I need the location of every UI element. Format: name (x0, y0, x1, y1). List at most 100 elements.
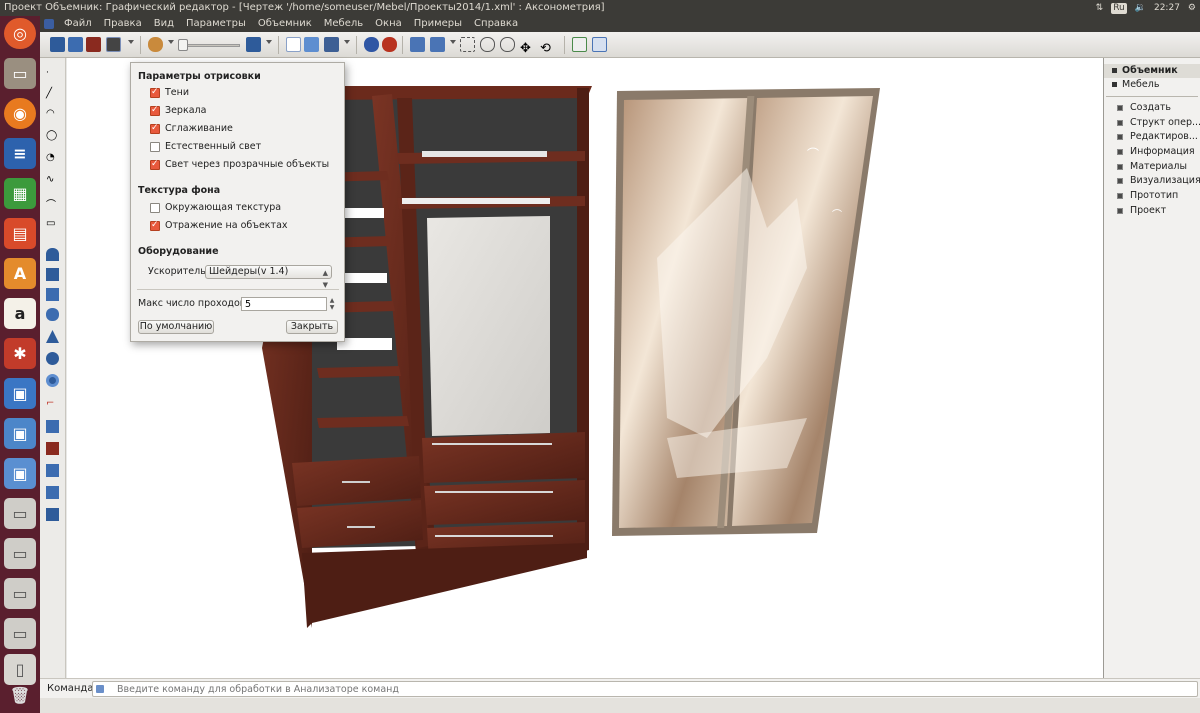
trash-icon[interactable]: 🗑 (4, 680, 36, 711)
drive-icon[interactable]: ▭ (4, 498, 36, 529)
panel-item-info[interactable]: Информация (1104, 145, 1200, 160)
cube-icon[interactable] (50, 37, 65, 52)
chevron-down-icon[interactable] (168, 40, 174, 44)
panel-item-create[interactable]: Создать (1104, 101, 1200, 116)
box-icon[interactable] (46, 288, 59, 301)
menu-examples[interactable]: Примеры (408, 16, 468, 32)
view-icon[interactable] (246, 37, 261, 52)
panel-item-project[interactable]: Проект (1104, 204, 1200, 219)
panel-item-prototype[interactable]: Прототип (1104, 189, 1200, 204)
accelerator-select[interactable]: Шейдеры(v 1.4) ▲ ▼ (205, 265, 332, 289)
cube-textured-icon[interactable] (86, 37, 101, 52)
panel-item-visualization[interactable]: Визуализация (1104, 174, 1200, 189)
circle-icon[interactable]: ◯ (46, 130, 59, 143)
option-light-through-transparent[interactable]: Свет через прозрачные объекты (150, 158, 329, 171)
intersect-icon[interactable] (46, 464, 59, 477)
rotate-icon[interactable] (500, 37, 515, 52)
view-top-icon[interactable] (430, 37, 445, 52)
redo-icon[interactable] (382, 37, 397, 52)
shadows-checkbox[interactable] (150, 86, 160, 98)
new-document-icon[interactable] (286, 37, 301, 52)
sphere-icon[interactable] (46, 352, 59, 365)
render-settings-icon[interactable] (106, 37, 121, 52)
extrude-icon[interactable] (46, 248, 59, 261)
open-icon[interactable] (304, 37, 319, 52)
light-icon[interactable] (148, 37, 163, 52)
writer-icon[interactable]: ≡ (4, 138, 36, 169)
zoom-icon[interactable] (480, 37, 495, 52)
plane-icon[interactable] (46, 268, 59, 281)
drive-icon[interactable]: ▭ (4, 618, 36, 649)
table-icon[interactable] (572, 37, 587, 52)
polyline-icon[interactable]: ⌒ (46, 196, 59, 211)
cylinder-icon[interactable] (46, 308, 59, 321)
app-menu-icon[interactable] (44, 19, 54, 29)
option-antialiasing[interactable]: Сглаживание (150, 122, 233, 135)
zoom-slider-handle[interactable] (178, 39, 188, 51)
menu-furniture[interactable]: Мебель (318, 16, 369, 32)
chamfer-icon[interactable] (46, 508, 59, 521)
ubuntu-home-icon[interactable]: ◎ (4, 18, 36, 49)
antialiasing-checkbox[interactable] (150, 122, 160, 134)
drive-icon[interactable]: ▭ (4, 578, 36, 609)
boolean-icon[interactable]: ⌐ (46, 398, 59, 411)
drive-icon[interactable]: ▭ (4, 538, 36, 569)
network-icon[interactable]: ⇅ (1096, 0, 1104, 16)
option-reflection[interactable]: Отражение на объектах (150, 219, 288, 232)
passes-stepper[interactable]: ▲ ▼ (328, 297, 336, 311)
pan-icon[interactable]: ✥ (520, 37, 535, 56)
tab-obemnik[interactable]: Объемник (1104, 64, 1200, 78)
fillet-icon[interactable] (46, 486, 59, 499)
close-button[interactable]: Закрыть (286, 320, 338, 334)
union-icon[interactable] (46, 420, 59, 433)
arc-icon[interactable]: ◠ (46, 108, 59, 121)
option-environment-texture[interactable]: Окружающая текстура (150, 202, 281, 214)
cube-shaded-icon[interactable] (68, 37, 83, 52)
menu-windows[interactable]: Окна (369, 16, 408, 32)
subtract-icon[interactable] (46, 442, 59, 455)
cone-icon[interactable] (46, 330, 59, 343)
chevron-down-icon[interactable] (450, 40, 456, 44)
app-icon[interactable]: ▣ (4, 378, 36, 409)
tab-mebel[interactable]: Мебель (1104, 78, 1200, 92)
app-icon[interactable]: ▣ (4, 458, 36, 489)
chevron-down-icon[interactable] (266, 40, 272, 44)
zoom-slider[interactable] (180, 44, 240, 47)
default-button[interactable]: По умолчанию (138, 320, 214, 334)
calc-icon[interactable]: ▦ (4, 178, 36, 209)
environment-texture-checkbox[interactable] (150, 203, 160, 213)
zoom-extents-icon[interactable] (460, 37, 475, 52)
app-icon[interactable]: ▣ (4, 418, 36, 449)
arc-center-icon[interactable]: ◔ (46, 152, 59, 165)
software-center-icon[interactable]: A (4, 258, 36, 289)
line-icon[interactable]: ╱ (46, 88, 59, 101)
undo-icon[interactable] (364, 37, 379, 52)
impress-icon[interactable]: ▤ (4, 218, 36, 249)
view-front-icon[interactable] (410, 37, 425, 52)
option-shadows[interactable]: Тени (150, 86, 189, 99)
sound-icon[interactable]: 🔉 (1135, 0, 1146, 16)
passes-input[interactable] (241, 297, 327, 311)
grid-icon[interactable] (592, 37, 607, 52)
power-icon[interactable]: ⚙ (1188, 0, 1196, 16)
firefox-icon[interactable]: ◉ (4, 98, 36, 129)
chevron-down-icon[interactable] (128, 40, 134, 44)
panel-item-structure[interactable]: Структ опер... (1104, 116, 1200, 131)
reflection-checkbox[interactable] (150, 219, 160, 231)
command-input[interactable] (92, 681, 1198, 697)
chevron-down-icon[interactable] (344, 40, 350, 44)
keyboard-layout-indicator[interactable]: Ru (1111, 2, 1127, 14)
menu-view[interactable]: Вид (148, 16, 180, 32)
light-through-transparent-checkbox[interactable] (150, 158, 160, 170)
save-icon[interactable] (324, 37, 339, 52)
torus-icon[interactable] (46, 374, 59, 387)
option-natural-light[interactable]: Естественный свет (150, 141, 261, 153)
rectangle-icon[interactable]: ▭ (46, 218, 59, 231)
panel-item-edit[interactable]: Редактиров... (1104, 130, 1200, 145)
point-icon[interactable]: · (46, 68, 59, 81)
orbit-icon[interactable]: ⟲ (540, 37, 555, 56)
menu-obemnik[interactable]: Объемник (252, 16, 318, 32)
menu-file[interactable]: Файл (58, 16, 98, 32)
amazon-icon[interactable]: a (4, 298, 36, 329)
spline-icon[interactable]: ∿ (46, 174, 59, 187)
